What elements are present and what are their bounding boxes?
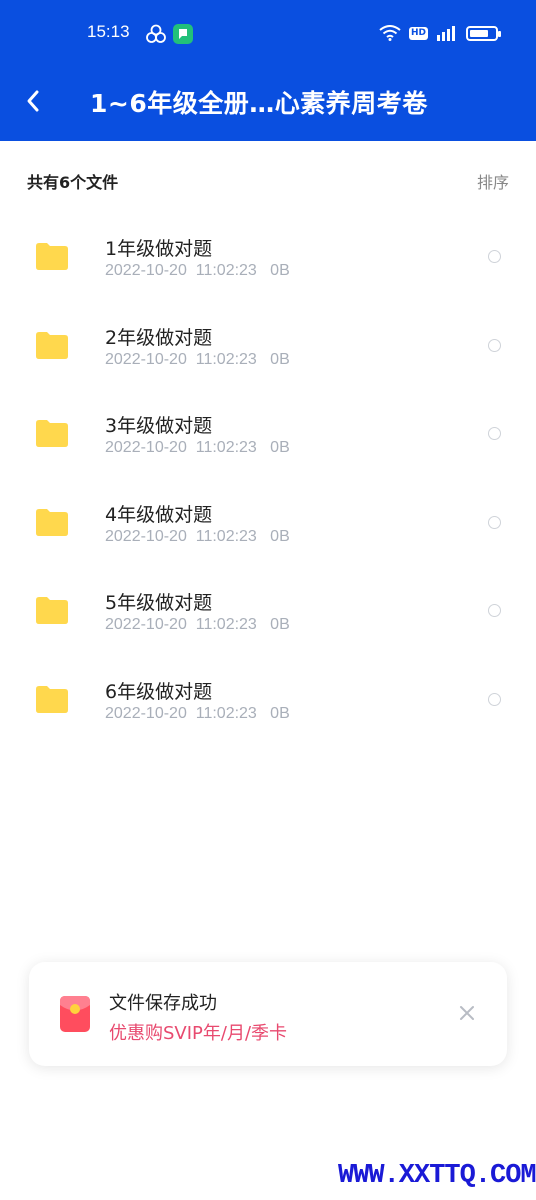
select-radio[interactable] [488, 338, 501, 352]
file-count-label: 共有6个文件 [27, 173, 119, 192]
file-name: 1年级做对题 [105, 238, 213, 260]
file-name: 6年级做对题 [105, 680, 213, 703]
folder-icon [36, 597, 68, 625]
select-radio[interactable] [488, 427, 501, 441]
status-time: 15:13 [87, 22, 130, 41]
file-item[interactable]: 5年级做对题 2022-10-20 11:02:23 0B [0, 566, 536, 655]
file-meta: 2022-10-20 11:02:23 0B [105, 704, 290, 722]
select-radio[interactable] [488, 604, 501, 618]
file-item[interactable]: 3年级做对题 2022-10-20 11:02:23 0B [0, 389, 536, 478]
toast-title: 文件保存成功 [109, 993, 217, 1014]
file-name: 2年级做对题 [105, 326, 213, 349]
save-success-toast: 文件保存成功 优惠购SVIP年/月/季卡 [29, 962, 507, 1066]
chevron-left-icon [27, 90, 39, 112]
close-icon[interactable] [457, 1003, 477, 1023]
file-name: 4年级做对题 [105, 503, 213, 526]
folder-icon [36, 420, 68, 448]
app-chat-icon [173, 24, 193, 44]
file-item[interactable]: 4年级做对题 2022-10-20 11:02:23 0B [0, 478, 536, 567]
file-meta: 2022-10-20 11:02:23 0B [105, 439, 290, 457]
back-button[interactable] [18, 86, 48, 116]
folder-icon [36, 508, 68, 536]
file-name: 3年级做对题 [105, 415, 213, 438]
file-list: 1年级做对题 2022-10-20 11:02:23 0B 2年级做对题 202… [0, 212, 536, 744]
wifi-icon [379, 25, 401, 41]
file-meta: 2022-10-20 11:02:23 0B [105, 262, 290, 279]
signal-icon [437, 26, 455, 41]
file-item[interactable]: 6年级做对题 2022-10-20 11:02:23 0B [0, 655, 536, 744]
hd-icon: HD [408, 26, 428, 40]
watermark: WWW.XXTTQ.COM [338, 1161, 536, 1191]
system-icons: HD [379, 23, 501, 43]
file-item[interactable]: 2年级做对题 2022-10-20 11:02:23 0B [0, 301, 536, 390]
red-envelope-icon [60, 996, 90, 1032]
select-radio[interactable] [488, 692, 501, 706]
folder-icon [36, 331, 68, 359]
select-radio[interactable] [488, 515, 501, 529]
summary-row: 共有6个文件 排序 [0, 162, 536, 196]
folder-icon [36, 685, 68, 713]
file-meta: 2022-10-20 11:02:23 0B [105, 527, 290, 545]
svip-promo-link[interactable]: 优惠购SVIP年/月/季卡 [109, 1019, 287, 1045]
file-meta: 2022-10-20 11:02:23 0B [105, 350, 290, 368]
sort-button[interactable]: 排序 [477, 169, 509, 193]
file-meta: 2022-10-20 11:02:23 0B [105, 616, 290, 634]
battery-level [470, 29, 489, 37]
file-item[interactable]: 1年级做对题 2022-10-20 11:02:23 0B [0, 212, 536, 301]
page-title: 1~6年级全册…心素养周考卷 [90, 89, 428, 118]
app-cluster-icon [146, 24, 166, 43]
top-bar: 15:13 HD 1~6年级全册…心素养周考卷 [0, 0, 536, 141]
status-bar: 15:13 HD [0, 0, 536, 66]
select-radio[interactable] [488, 250, 501, 263]
folder-icon [36, 243, 68, 270]
file-name: 5年级做对题 [105, 592, 213, 615]
battery-icon [466, 25, 501, 41]
